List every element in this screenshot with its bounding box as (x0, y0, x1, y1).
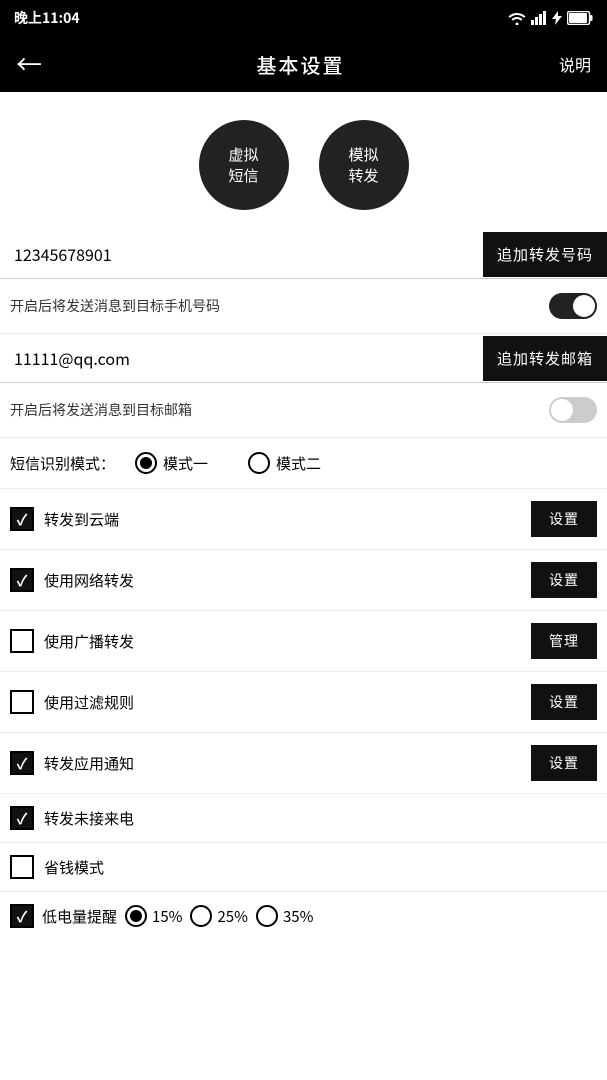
battery-label: 低电量提醒 (42, 906, 117, 927)
phone-toggle[interactable] (549, 293, 597, 319)
check-row-missedcall: 转发未接来电 (0, 794, 607, 843)
simulated-forward-button[interactable]: 模拟 转发 (319, 120, 409, 210)
sms-mode1-label: 模式一 (163, 453, 208, 474)
sms-mode1-option[interactable]: 模式一 (135, 452, 208, 474)
battery-icon (567, 11, 593, 25)
sms-mode-row: 短信识别模式： 模式一 模式二 (0, 438, 607, 489)
wifi-icon (508, 11, 526, 25)
page-title: 基本设置 (257, 50, 345, 79)
phone-toggle-row: 开启后将发送消息到目标手机号码 (0, 279, 607, 334)
check-row-savemode: 省钱模式 (0, 843, 607, 892)
signal-icon (531, 11, 547, 25)
check-label-filter: 使用过滤规则 (44, 692, 134, 713)
sms-mode-label: 短信识别模式： (10, 453, 115, 474)
check-row-appnotify: 转发应用通知 设置 (0, 733, 607, 794)
charging-icon (552, 11, 562, 25)
check-row-broadcast: 使用广播转发 管理 (0, 611, 607, 672)
check-label-appnotify: 转发应用通知 (44, 753, 134, 774)
checkbox-broadcast[interactable] (10, 629, 34, 653)
check-label-broadcast: 使用广播转发 (44, 631, 134, 652)
email-input-row: 追加转发邮箱 (0, 334, 607, 383)
status-time: 晚上11:04 (14, 8, 80, 28)
sms-mode1-radio[interactable] (135, 452, 157, 474)
check-row-network: 使用网络转发 设置 (0, 550, 607, 611)
btn-appnotify[interactable]: 设置 (531, 745, 597, 781)
checkbox-appnotify[interactable] (10, 751, 34, 775)
battery-pct15-radio[interactable] (125, 905, 147, 927)
checkbox-missedcall[interactable] (10, 806, 34, 830)
battery-pct25-option[interactable]: 25% (190, 905, 247, 927)
mode-buttons-row: 虚拟 短信 模拟 转发 (0, 92, 607, 230)
email-input[interactable] (10, 334, 483, 382)
checkbox-battery[interactable] (10, 904, 34, 928)
checkbox-savemode[interactable] (10, 855, 34, 879)
check-row-filter: 使用过滤规则 设置 (0, 672, 607, 733)
btn-broadcast[interactable]: 管理 (531, 623, 597, 659)
header: ← 基本设置 说明 (0, 36, 607, 92)
status-bar: 晚上11:04 (0, 0, 607, 36)
email-toggle[interactable] (549, 397, 597, 423)
battery-pct15-option[interactable]: 15% (125, 905, 182, 927)
battery-pct25-label: 25% (217, 906, 247, 927)
email-toggle-row: 开启后将发送消息到目标邮箱 (0, 383, 607, 438)
btn-filter[interactable]: 设置 (531, 684, 597, 720)
phone-input[interactable] (10, 230, 483, 278)
check-label-missedcall: 转发未接来电 (44, 808, 134, 829)
checkbox-network[interactable] (10, 568, 34, 592)
check-label-network: 使用网络转发 (44, 570, 134, 591)
main-content: 虚拟 短信 模拟 转发 追加转发号码 开启后将发送消息到目标手机号码 追加转发邮… (0, 92, 607, 940)
help-button[interactable]: 说明 (559, 52, 591, 76)
email-toggle-label: 开启后将发送消息到目标邮箱 (10, 400, 192, 420)
back-button[interactable]: ← (16, 51, 42, 77)
virtual-sms-button[interactable]: 虚拟 短信 (199, 120, 289, 210)
add-email-button[interactable]: 追加转发邮箱 (483, 336, 607, 381)
battery-pct35-label: 35% (283, 906, 313, 927)
status-icons (508, 11, 593, 25)
checkbox-filter[interactable] (10, 690, 34, 714)
checkbox-cloud[interactable] (10, 507, 34, 531)
battery-pct25-radio[interactable] (190, 905, 212, 927)
sms-mode2-option[interactable]: 模式二 (248, 452, 321, 474)
battery-alert-row: 低电量提醒 15% 25% 35% (0, 892, 607, 940)
phone-toggle-label: 开启后将发送消息到目标手机号码 (10, 296, 220, 316)
battery-pct35-radio[interactable] (256, 905, 278, 927)
battery-pct35-option[interactable]: 35% (256, 905, 313, 927)
btn-network[interactable]: 设置 (531, 562, 597, 598)
check-label-savemode: 省钱模式 (44, 857, 104, 878)
add-phone-button[interactable]: 追加转发号码 (483, 232, 607, 277)
phone-input-row: 追加转发号码 (0, 230, 607, 279)
battery-pct15-label: 15% (152, 906, 182, 927)
check-row-cloud: 转发到云端 设置 (0, 489, 607, 550)
btn-cloud[interactable]: 设置 (531, 501, 597, 537)
sms-mode2-label: 模式二 (276, 453, 321, 474)
sms-mode2-radio[interactable] (248, 452, 270, 474)
check-label-cloud: 转发到云端 (44, 509, 119, 530)
